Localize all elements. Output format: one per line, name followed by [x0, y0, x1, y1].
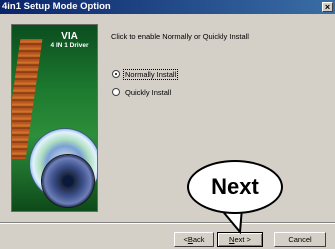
via-driver-banner-image: VIA 4 IN 1 Driver: [11, 24, 98, 212]
option-normally-install[interactable]: Normally Install: [112, 68, 179, 80]
cd-disc-dark-icon: [42, 155, 94, 207]
cancel-label: Cancel: [288, 235, 312, 244]
window-title: 4in1 Setup Mode Option: [2, 1, 111, 12]
banner-subtitle: 4 IN 1 Driver: [50, 42, 89, 49]
quickly-install-label[interactable]: Quickly Install: [124, 88, 172, 97]
next-button[interactable]: Next >: [217, 232, 263, 247]
close-icon: ×: [324, 2, 331, 12]
title-bar: 4in1 Setup Mode Option ×: [0, 0, 335, 14]
instruction-text: Click to enable Normally or Quickly Inst…: [111, 32, 249, 41]
next-callout-bubble: Next: [187, 160, 283, 214]
close-button[interactable]: ×: [322, 2, 333, 12]
banner-title: VIA: [61, 31, 78, 42]
cancel-button[interactable]: Cancel: [274, 232, 326, 247]
next-label-rest: ext >: [234, 235, 251, 244]
footer-separator: [0, 222, 335, 224]
callout-text: Next: [211, 174, 259, 199]
back-button[interactable]: < Back: [174, 232, 214, 247]
option-quickly-install[interactable]: Quickly Install: [112, 86, 172, 98]
back-label-rest: ack: [192, 235, 205, 244]
setup-dialog: 4in1 Setup Mode Option × VIA 4 IN 1 Driv…: [0, 0, 335, 249]
radio-quickly-install[interactable]: [112, 88, 120, 96]
normally-install-label[interactable]: Normally Install: [122, 68, 179, 80]
radio-normally-install[interactable]: [112, 70, 120, 78]
